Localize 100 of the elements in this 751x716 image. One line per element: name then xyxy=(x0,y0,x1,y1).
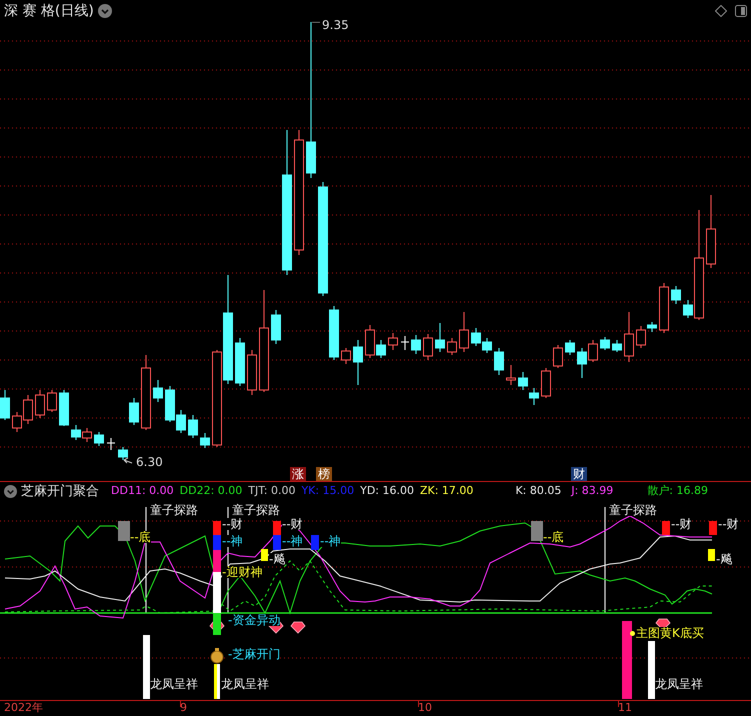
signal-label: --神 xyxy=(320,535,341,547)
indicator-reading: K: 80.05 xyxy=(515,483,562,500)
candlestick xyxy=(447,338,457,356)
candlestick xyxy=(471,328,481,346)
candlestick xyxy=(600,336,610,350)
candlestick xyxy=(35,390,45,418)
signal-label: 龙凤呈祥 xyxy=(655,678,703,690)
signal-bar xyxy=(662,521,670,535)
axis-label: 11 xyxy=(618,702,632,713)
candlestick xyxy=(541,368,551,398)
candlestick xyxy=(235,338,245,386)
signal-tag: 涨 xyxy=(290,467,306,481)
signal-label: --财 xyxy=(222,518,243,530)
axis-label: 9 xyxy=(180,702,187,713)
signal-label: 童子探路 xyxy=(232,504,280,516)
axis-label: 2022年 xyxy=(4,702,43,713)
candlestick xyxy=(435,322,445,352)
signal-label: -飚 xyxy=(269,553,286,565)
signal-bar xyxy=(708,549,715,561)
candlestick xyxy=(12,412,22,432)
candlestick xyxy=(71,424,81,440)
candlestick xyxy=(341,348,351,364)
dot-icon xyxy=(630,631,635,636)
candlestick xyxy=(624,312,634,362)
signal-label: --底 xyxy=(543,531,564,543)
panel-toggle-icon[interactable] xyxy=(735,5,747,17)
signal-tag: 财 xyxy=(571,467,587,481)
signal-label: -飚 xyxy=(716,553,732,565)
signal-label: --神 xyxy=(282,535,303,547)
signal-label: 童子探路 xyxy=(150,504,198,516)
indicator-reading: DD22: 0.00 xyxy=(180,483,242,500)
signal-tag: 榜 xyxy=(316,467,332,481)
gem-icon xyxy=(290,622,306,634)
candlestick xyxy=(588,340,598,362)
candlestick xyxy=(388,332,398,350)
signal-label: --财 xyxy=(718,518,739,530)
candlestick xyxy=(659,282,669,334)
signal-label: -资金异动 xyxy=(228,614,280,626)
candlestick xyxy=(553,344,563,368)
candlestick xyxy=(506,364,516,386)
candlestick xyxy=(23,394,33,424)
signal-label: 龙凤呈祥 xyxy=(150,678,198,690)
candlestick xyxy=(529,388,539,406)
candlestick xyxy=(400,336,410,350)
signal-bar xyxy=(261,549,268,561)
signal-bar xyxy=(311,535,319,550)
candlestick xyxy=(612,340,622,352)
candlestick xyxy=(106,438,116,450)
signal-label: --神 xyxy=(222,535,243,547)
candlestick xyxy=(494,348,504,376)
candlestick xyxy=(59,390,69,426)
high-price-label: 9.35 xyxy=(322,19,349,31)
signal-bar xyxy=(709,521,717,535)
bottom-signal-block xyxy=(118,521,130,541)
candlestick xyxy=(411,334,421,354)
candlestick xyxy=(459,312,469,352)
indicator-name: 芝麻开门聚合 xyxy=(21,482,99,501)
window-title: 深 赛 格(日线) xyxy=(4,2,94,20)
signal-label: -迎财神 xyxy=(222,566,262,578)
candlestick xyxy=(200,432,210,448)
chevron-down-icon[interactable] xyxy=(98,4,112,18)
bottom-signal-block xyxy=(531,521,543,541)
candlestick xyxy=(353,340,363,386)
candlestick xyxy=(518,372,528,390)
signal-bar xyxy=(143,635,150,699)
money-bag-icon xyxy=(210,648,224,664)
signal-label: --财 xyxy=(671,518,692,530)
indicator-reading: DD11: 0.00 xyxy=(111,483,174,500)
candlestick xyxy=(129,398,139,426)
candlestick xyxy=(47,390,57,412)
indicator-reading: TJT: 0.00 xyxy=(248,483,296,500)
signal-label: --财 xyxy=(282,518,303,530)
low-price-label: 6.30 xyxy=(136,456,163,468)
candlestick xyxy=(482,338,492,354)
indicator-reading: J: 83.99 xyxy=(571,483,614,500)
signal-label: -芝麻开门 xyxy=(228,648,280,660)
diamond-icon[interactable] xyxy=(715,5,727,17)
indicator-reading: YD: 16.00 xyxy=(360,483,414,500)
candlestick xyxy=(118,446,128,460)
indicator-reading: YK: 15.00 xyxy=(301,483,354,500)
signal-label: --底 xyxy=(130,531,151,543)
signal-label: 龙凤呈祥 xyxy=(221,678,269,690)
indicator-reading: 散户: 16.89 xyxy=(647,483,708,500)
signal-label: 童子探路 xyxy=(609,504,657,516)
candlestick xyxy=(153,380,163,402)
pointer-icon xyxy=(124,458,132,464)
signal-label: 主图黄K底买 xyxy=(636,627,704,639)
indicator-reading: ZK: 17.00 xyxy=(420,483,474,500)
candlestick xyxy=(671,286,681,304)
candlestick xyxy=(247,350,257,396)
candlestick xyxy=(565,340,575,356)
candlestick xyxy=(271,310,281,344)
candlestick xyxy=(82,428,92,442)
candlestick xyxy=(94,432,104,446)
candlestick xyxy=(0,390,10,420)
candlestick xyxy=(423,334,433,360)
candlestick xyxy=(188,414,198,438)
signal-bar xyxy=(648,641,655,699)
candlestick xyxy=(329,306,339,360)
chevron-down-icon[interactable] xyxy=(4,485,17,498)
